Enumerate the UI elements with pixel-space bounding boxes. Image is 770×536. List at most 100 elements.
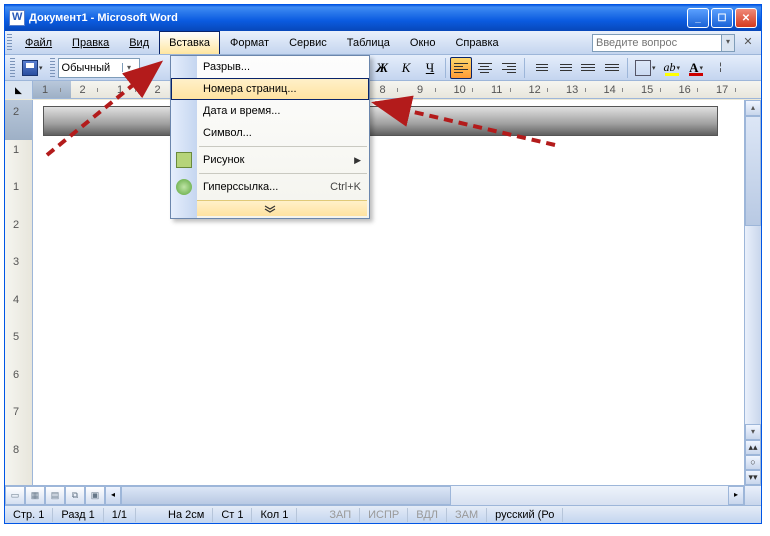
view-and-hscroll-bar: ▭ ▦ ▤ ⧉ ▣ ◂ ▸ [5, 485, 761, 505]
horizontal-ruler[interactable]: ◣ 121234567891011121314151617 [5, 81, 761, 99]
vruler-tick: 4 [13, 294, 19, 306]
formatting-toolbar: ▾ Обычный▾ ▾ Ж К Ч ▾ ab▾ A▾ ¦ [5, 55, 761, 81]
vruler-tick: 6 [13, 369, 19, 381]
status-language[interactable]: русский (Ро [487, 508, 563, 522]
menu-expand-button[interactable] [173, 200, 367, 216]
prev-page-button[interactable]: ▴▴ [745, 440, 761, 455]
toolbar-grip[interactable] [7, 34, 12, 51]
increase-indent-button[interactable] [601, 57, 623, 79]
vertical-ruler[interactable]: 2112345678 [5, 100, 33, 485]
scroll-down-button[interactable]: ▾ [745, 424, 761, 440]
ruler-tick: 17 [716, 84, 724, 96]
ruler-tick: 9 [416, 84, 424, 96]
status-ovr[interactable]: ЗАМ [447, 508, 487, 522]
ruler-tick: 2 [154, 84, 162, 96]
scroll-right-button[interactable]: ▸ [728, 486, 744, 505]
vertical-scrollbar[interactable]: ▴ ▾ ▴▴ ○ ▾▾ [744, 100, 761, 485]
numbered-list-button[interactable] [529, 57, 551, 79]
document-canvas[interactable] [33, 100, 744, 485]
highlight-button[interactable]: ab▾ [661, 57, 684, 79]
scroll-left-button[interactable]: ◂ [105, 486, 121, 505]
maximize-button[interactable]: ☐ [711, 8, 733, 28]
chevron-down-icon [264, 205, 276, 213]
ruler-tick: 10 [454, 84, 462, 96]
tab-selector[interactable]: ◣ [5, 81, 33, 99]
borders-button[interactable]: ▾ [632, 57, 659, 79]
print-layout-view-button[interactable]: ▤ [45, 486, 65, 505]
menu-format[interactable]: Формат [220, 31, 279, 54]
status-page-count[interactable]: 1/1 [104, 508, 136, 522]
scroll-up-button[interactable]: ▴ [745, 100, 761, 116]
style-selector-value: Обычный [62, 62, 111, 74]
align-center-button[interactable] [474, 57, 496, 79]
menu-item-picture[interactable]: Рисунок▶ [171, 149, 369, 171]
ruler-tick: 2 [79, 84, 87, 96]
status-trk[interactable]: ИСПР [360, 508, 408, 522]
ruler-tick: 11 [491, 84, 499, 96]
menu-file[interactable]: Файл [15, 31, 62, 54]
help-search-dropdown[interactable]: ▾ [722, 34, 735, 52]
help-search-input[interactable] [592, 34, 722, 52]
save-button[interactable]: ▾ [19, 57, 46, 79]
window-title: Документ1 - Microsoft Word [29, 12, 178, 24]
outline-view-button[interactable]: ⧉ [65, 486, 85, 505]
ruler-tick: 14 [604, 84, 612, 96]
vruler-tick: 1 [13, 181, 19, 193]
bullet-list-button[interactable] [553, 57, 575, 79]
ruler-ticks: 121234567891011121314151617 [33, 81, 761, 98]
browse-object-button[interactable]: ○ [745, 455, 761, 470]
toolbar-grip[interactable] [10, 58, 15, 78]
font-color-button[interactable]: A▾ [685, 57, 707, 79]
status-ext[interactable]: ВДЛ [408, 508, 447, 522]
menu-view[interactable]: Вид [119, 31, 159, 54]
align-right-button[interactable] [498, 57, 520, 79]
ruler-tick: 13 [566, 84, 574, 96]
style-selector[interactable]: Обычный▾ [58, 58, 140, 78]
status-col[interactable]: Кол 1 [252, 508, 297, 522]
reading-view-button[interactable]: ▣ [85, 486, 105, 505]
next-page-button[interactable]: ▾▾ [745, 470, 761, 485]
page-top-edge [43, 106, 718, 136]
word-app-icon [9, 10, 25, 26]
menu-tools[interactable]: Сервис [279, 31, 337, 54]
close-button[interactable]: ✕ [735, 8, 757, 28]
status-section[interactable]: Разд 1 [53, 508, 103, 522]
horizontal-scrollbar[interactable]: ◂ ▸ [105, 486, 761, 505]
status-rec[interactable]: ЗАП [321, 508, 360, 522]
toolbar-grip[interactable] [50, 58, 55, 78]
underline-button[interactable]: Ч [419, 57, 441, 79]
align-left-button[interactable] [450, 57, 472, 79]
toolbar-options-button[interactable]: ¦ [709, 57, 731, 79]
italic-button[interactable]: К [395, 57, 417, 79]
menu-item-break[interactable]: Разрыв... [171, 56, 369, 78]
document-area: 2112345678 ▴ ▾ ▴▴ ○ ▾▾ [5, 100, 761, 485]
menu-help[interactable]: Справка [445, 31, 508, 54]
ruler-tick: 8 [379, 84, 387, 96]
menu-item-page-numbers[interactable]: Номера страниц... [171, 78, 369, 100]
web-layout-view-button[interactable]: ▦ [25, 486, 45, 505]
vruler-tick: 5 [13, 331, 19, 343]
status-page[interactable]: Стр. 1 [5, 508, 53, 522]
ruler-tick: 15 [641, 84, 649, 96]
menu-insert[interactable]: Вставка [159, 31, 220, 54]
menu-item-hyperlink[interactable]: Гиперссылка... Ctrl+K [171, 176, 369, 198]
hscroll-thumb[interactable] [121, 486, 451, 505]
menu-window[interactable]: Окно [400, 31, 446, 54]
menu-edit[interactable]: Правка [62, 31, 119, 54]
menubar-close-icon[interactable]: ✕ [741, 36, 755, 50]
ruler-tick: 12 [529, 84, 537, 96]
vruler-tick: 2 [13, 219, 19, 231]
ruler-tick: 1 [116, 84, 124, 96]
menu-table[interactable]: Таблица [337, 31, 400, 54]
minimize-button[interactable]: _ [687, 8, 709, 28]
status-line[interactable]: Ст 1 [213, 508, 252, 522]
normal-view-button[interactable]: ▭ [5, 486, 25, 505]
menu-item-date-time[interactable]: Дата и время... [171, 100, 369, 122]
ruler-tick: 16 [679, 84, 687, 96]
decrease-indent-button[interactable] [577, 57, 599, 79]
bold-button[interactable]: Ж [371, 57, 393, 79]
status-at[interactable]: На 2см [160, 508, 213, 522]
scroll-thumb[interactable] [745, 116, 761, 226]
vruler-tick: 3 [13, 256, 19, 268]
menu-item-symbol[interactable]: Символ... [171, 122, 369, 144]
